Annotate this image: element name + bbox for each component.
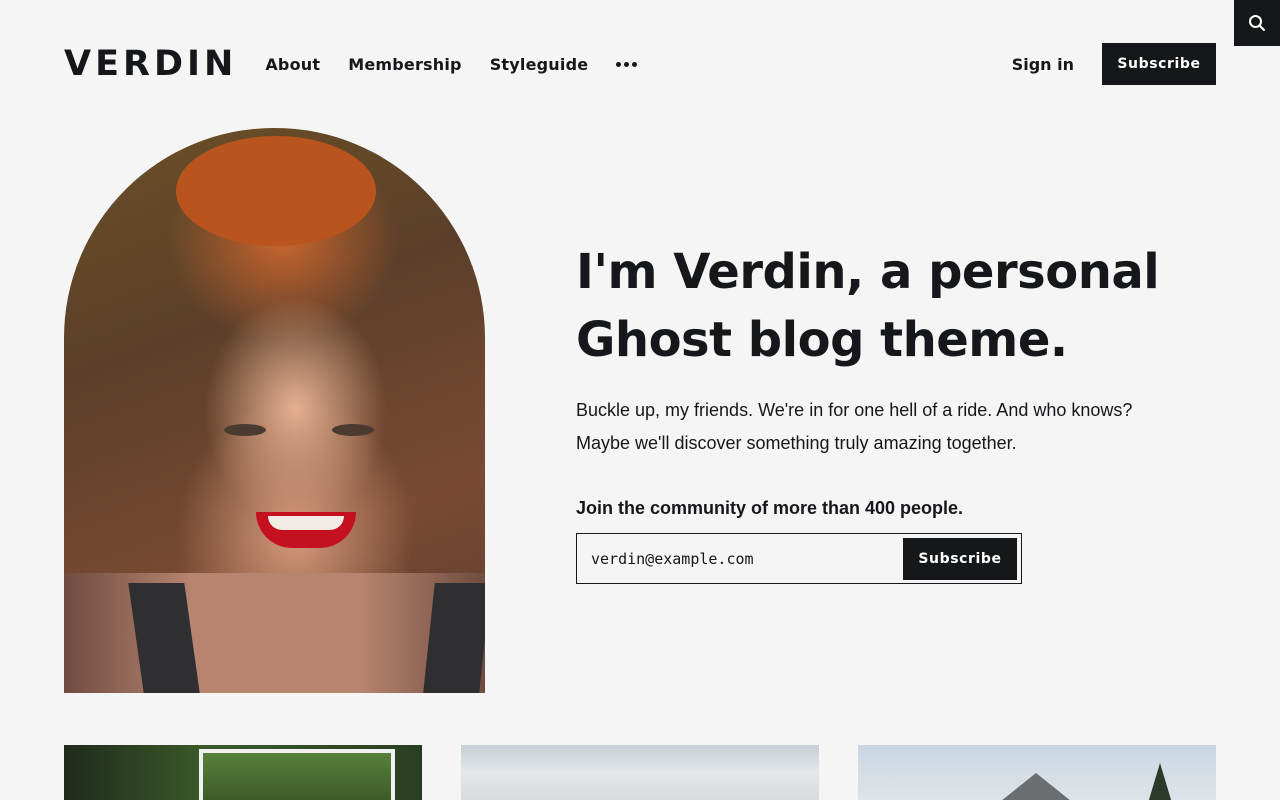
site-header: VERDIN About Membership Styleguide Sign … — [64, 43, 1216, 85]
header-actions: Sign in Subscribe — [1012, 43, 1216, 85]
search-icon — [1249, 15, 1265, 31]
site-logo[interactable]: VERDIN — [64, 46, 237, 82]
hero-description: Buckle up, my friends. We're in for one … — [576, 400, 1133, 453]
header-subscribe-button[interactable]: Subscribe — [1102, 43, 1216, 85]
post-card-image[interactable] — [461, 745, 819, 800]
post-card-image[interactable] — [858, 745, 1216, 800]
form-subscribe-button[interactable]: Subscribe — [903, 537, 1017, 580]
main-nav: About Membership Styleguide — [255, 55, 638, 74]
post-feed — [64, 745, 1216, 800]
hero-title: I'm Verdin, a personal Ghost blog theme. — [576, 244, 1160, 368]
hero-portrait-image — [64, 128, 485, 693]
community-text: Join the community of more than 400 peop… — [576, 498, 964, 518]
email-input[interactable] — [577, 533, 903, 584]
nav-item-membership[interactable]: Membership — [348, 55, 462, 74]
hero-intro: I'm Verdin, a personal Ghost blog theme.… — [576, 238, 1176, 525]
more-dots-icon[interactable] — [616, 61, 638, 67]
nav-item-about[interactable]: About — [265, 55, 320, 74]
signin-link[interactable]: Sign in — [1012, 55, 1074, 74]
nav-item-styleguide[interactable]: Styleguide — [490, 55, 589, 74]
signup-form: Subscribe — [576, 533, 1022, 584]
post-card-image[interactable] — [64, 745, 422, 800]
search-button[interactable] — [1234, 0, 1280, 46]
